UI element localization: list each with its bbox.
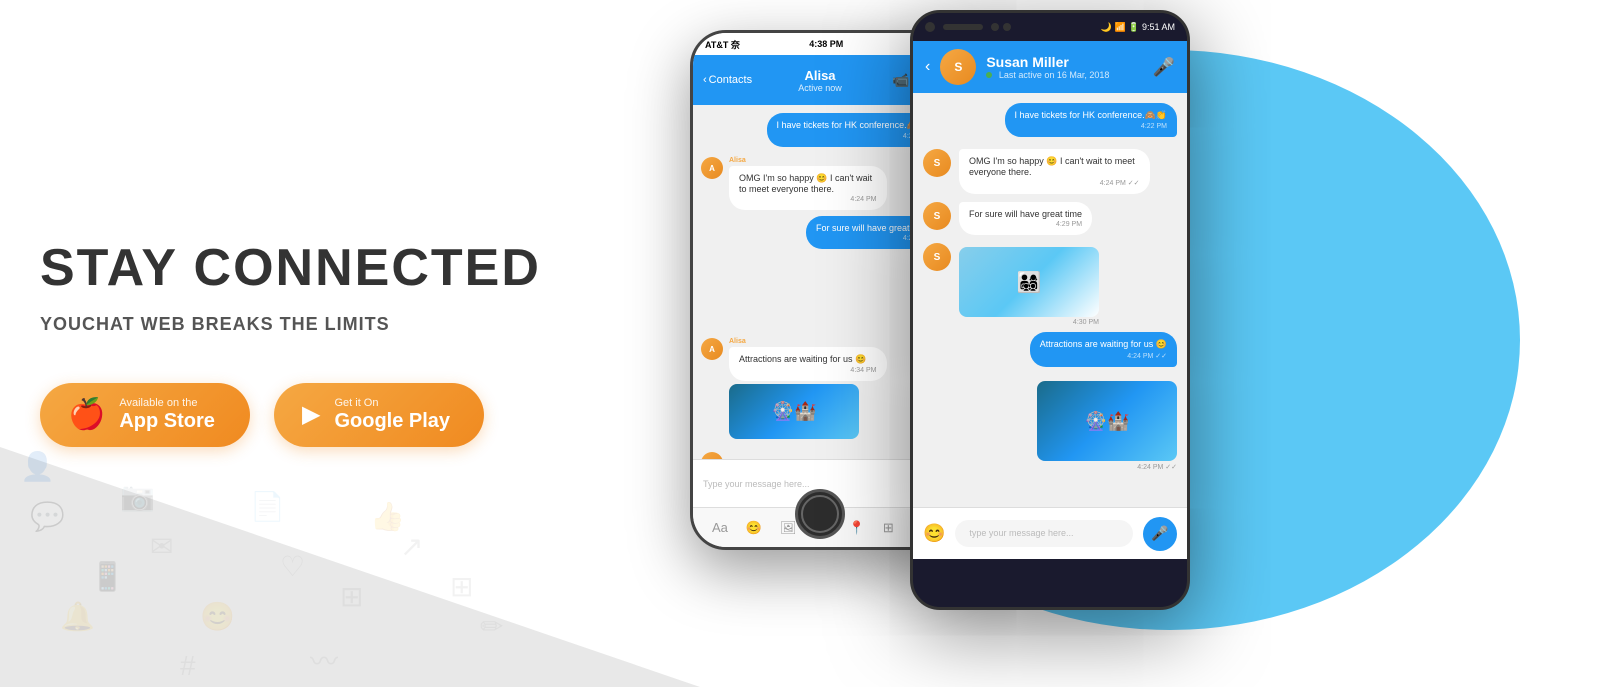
android-status-icons: 🌙 📶 🔋 9:51 AM	[1101, 22, 1175, 33]
appstore-small-text: Available on the	[119, 397, 215, 409]
toolbar-more-icon[interactable]: ⊞	[883, 520, 894, 536]
front-notch	[925, 22, 1011, 32]
chat-area-back: I have tickets for HK conference.🙈👏 4:22…	[693, 105, 947, 459]
android-msg-image-right: 🎡🏰 4:24 PM ✓✓	[1037, 377, 1177, 471]
ios-nav-bar: ‹ Contacts Alisa Active now 📹 📞	[693, 55, 947, 105]
googleplay-large-text: Google Play	[334, 409, 450, 433]
android-left-avatar-2: S	[923, 202, 951, 230]
msg-sticker: A 🐼	[701, 452, 939, 459]
android-emoji-btn[interactable]: 😊	[923, 523, 945, 544]
home-button[interactable]	[795, 489, 845, 539]
ios-status-bar: AT&T 奈 4:38 PM 📶🔋	[693, 33, 947, 55]
video-icon[interactable]: 📹	[892, 72, 909, 89]
appstore-large-text: App Store	[119, 409, 215, 433]
android-left-avatar-1: S	[923, 149, 951, 177]
android-input-bar: 😊 type your message here... 🎤	[913, 507, 1187, 559]
android-input-placeholder: type your message here...	[969, 528, 1073, 538]
avatar-sticker: A	[701, 452, 723, 459]
back-label: Contacts	[709, 74, 752, 86]
android-notch-bar: 🌙 📶 🔋 9:51 AM	[913, 13, 1187, 41]
android-left-avatar-3: S	[923, 243, 951, 271]
mic-nav-icon[interactable]: 🎤	[1153, 57, 1175, 77]
input-placeholder-back: Type your message here...	[703, 479, 937, 489]
android-nav-info: Susan Miller Last active on 16 Mar, 2018	[986, 54, 1142, 80]
back-chevron: ‹	[703, 74, 707, 86]
appstore-button[interactable]: 🍎 Available on the App Store	[40, 383, 250, 447]
mic-icon: 🎤	[1151, 525, 1168, 542]
android-chat-area: I have tickets for HK conference.🙈👏 4:22…	[913, 93, 1187, 507]
android-input-field[interactable]: type your message here...	[955, 520, 1133, 547]
android-back-arrow[interactable]: ‹	[925, 58, 930, 76]
sensor-2	[1003, 23, 1011, 31]
front-sensors	[991, 23, 1011, 31]
contact-name-front: Susan Miller	[986, 54, 1142, 70]
right-content-section: AT&T 奈 4:38 PM 📶🔋 ‹ Contacts Alisa Activ…	[600, 0, 1600, 687]
subheadline: YOUCHAT WEB BREAKS THE LIMITS	[40, 314, 560, 335]
android-avatar: S	[940, 49, 976, 85]
phone-front: 🌙 📶 🔋 9:51 AM ‹ S Susan Miller Last acti…	[910, 10, 1190, 610]
time-back: 4:38 PM	[809, 39, 843, 49]
headline: STAY CONNECTED	[40, 240, 560, 297]
appstore-text: Available on the App Store	[119, 397, 215, 433]
avatar-alisa-2: A	[701, 338, 723, 360]
toolbar-location-icon[interactable]: 📍	[849, 520, 865, 536]
store-buttons-container: 🍎 Available on the App Store ▶ Get it On…	[40, 383, 560, 447]
screen-back: AT&T 奈 4:38 PM 📶🔋 ‹ Contacts Alisa Activ…	[693, 33, 947, 547]
googleplay-button[interactable]: ▶ Get it On Google Play	[274, 383, 484, 447]
googleplay-small-text: Get it On	[334, 397, 450, 409]
android-msg-right-1: I have tickets for HK conference.🙈👏 4:22…	[1005, 103, 1177, 137]
android-msg-left-1: OMG I'm so happy 😊 I can't wait to meet …	[959, 149, 1150, 194]
android-msg-image-1: 👨‍👩‍👧‍👦 4:30 PM	[959, 243, 1099, 326]
front-camera	[925, 22, 935, 32]
android-msg-left-2: For sure will have great time 4:29 PM	[959, 202, 1092, 235]
avatar-alisa: A	[701, 157, 723, 179]
nav-back-btn[interactable]: ‹ Contacts	[703, 74, 752, 86]
contact-status-front: Last active on 16 Mar, 2018	[986, 70, 1142, 80]
left-content-section: STAY CONNECTED YOUCHAT WEB BREAKS THE LI…	[0, 0, 560, 687]
msg-left-2: A Alisa Attractions are waiting for us 😊…	[701, 338, 939, 448]
contact-status-back: Active now	[798, 83, 842, 93]
apple-icon: 🍎	[68, 397, 105, 432]
android-msg-right-2: Attractions are waiting for us 😊 4:24 PM…	[1030, 332, 1177, 367]
contact-name-back: Alisa	[798, 68, 842, 83]
googleplay-text: Get it On Google Play	[334, 397, 450, 433]
android-nav-bar: ‹ S Susan Miller Last active on 16 Mar, …	[913, 41, 1187, 93]
status-dot	[986, 72, 992, 78]
toolbar-image-icon[interactable]: 🖼	[780, 520, 797, 536]
play-icon: ▶	[302, 400, 320, 429]
front-speaker	[943, 24, 983, 30]
android-nav-actions: 🎤	[1153, 57, 1175, 78]
nav-center: Alisa Active now	[798, 68, 842, 93]
carrier-text: AT&T 奈	[705, 38, 740, 51]
android-mic-btn[interactable]: 🎤	[1143, 517, 1177, 551]
toolbar-text-icon[interactable]: Aa	[712, 520, 728, 535]
msg-left-1: A Alisa OMG I'm so happy 😊 I can't wait …	[701, 157, 939, 212]
sensor-1	[991, 23, 999, 31]
toolbar-emoji-icon[interactable]: 😊	[746, 520, 762, 536]
